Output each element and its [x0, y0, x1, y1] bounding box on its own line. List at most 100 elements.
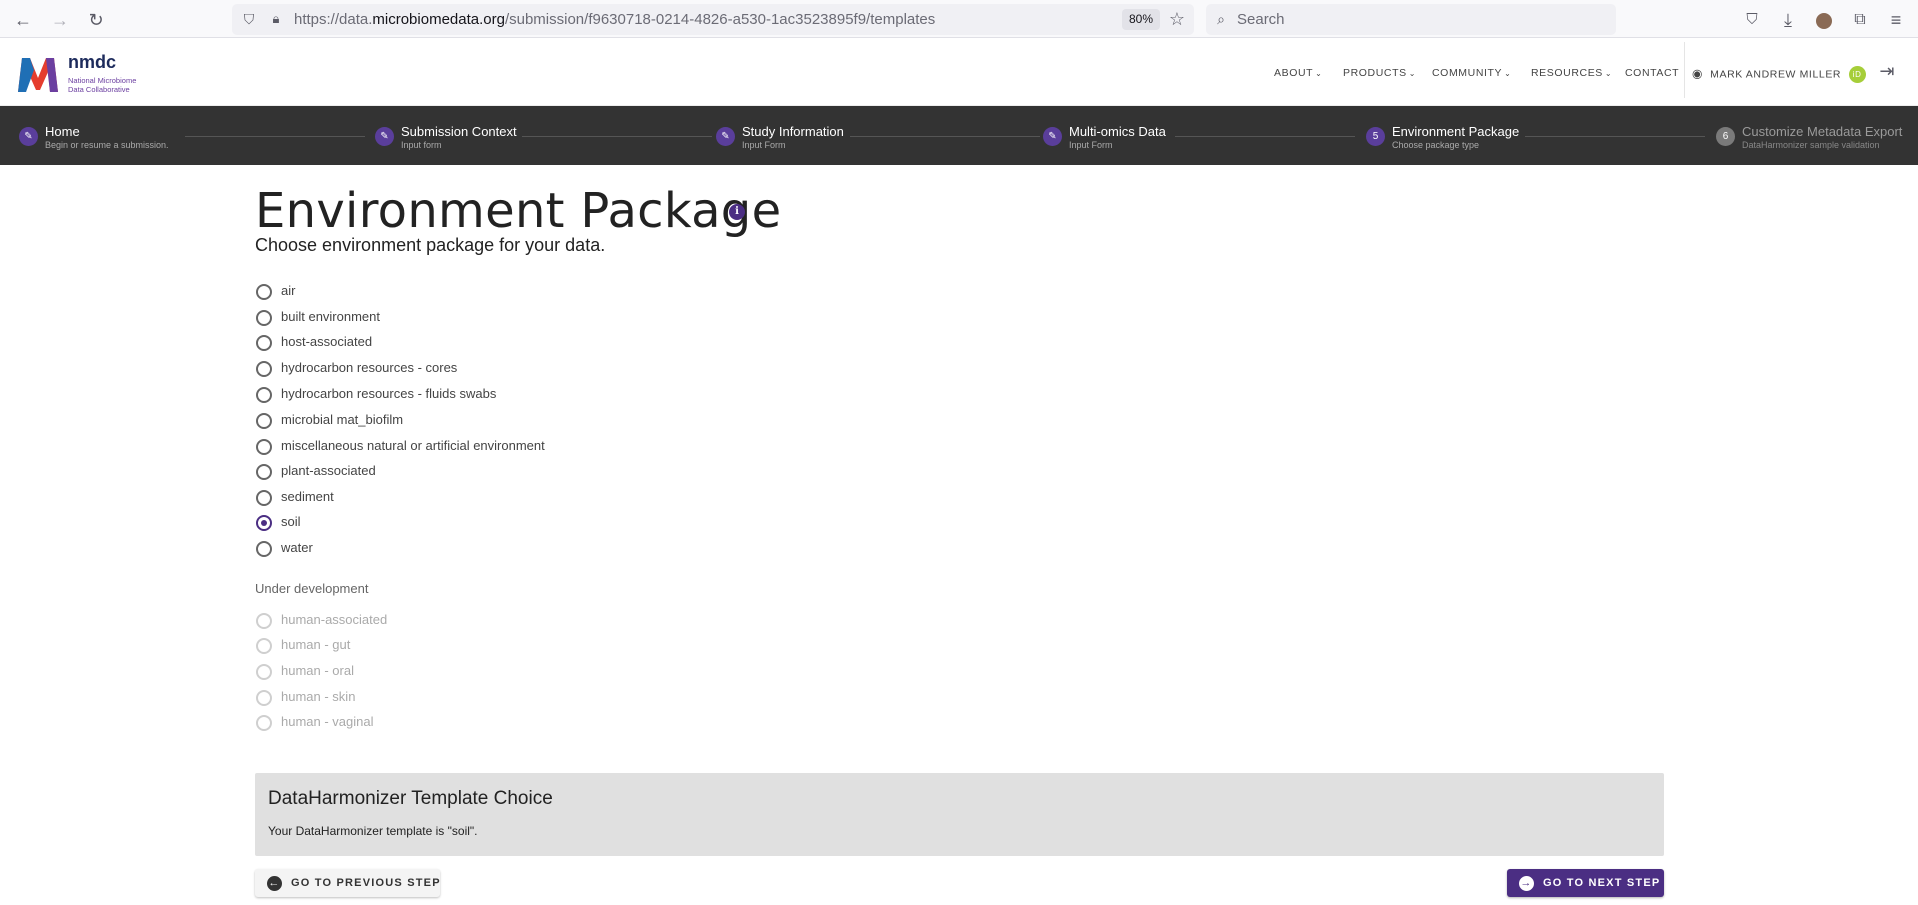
radio-button-disabled — [256, 613, 272, 629]
menu-icon[interactable]: ≡ — [1885, 9, 1907, 31]
chevron-down-icon: ⌄ — [1315, 69, 1323, 78]
radio-button-disabled — [256, 638, 272, 654]
submission-stepper: ✎ Home Begin or resume a submission. ✎ S… — [0, 106, 1918, 165]
datahharmonizer-template-card: DataHarmonizer Template Choice Your Data… — [255, 773, 1664, 856]
zoom-level[interactable]: 80% — [1122, 9, 1160, 30]
search-placeholder: Search — [1237, 11, 1285, 28]
step-title: Submission Context — [401, 124, 517, 139]
radio-label: hydrocarbon resources - fluids swabs — [281, 386, 497, 401]
radio-button[interactable] — [256, 464, 272, 480]
user-menu[interactable]: ◉ MARK ANDREW MILLER iD — [1692, 66, 1866, 83]
radio-label: water — [281, 540, 313, 555]
bookmark-star-icon[interactable]: ☆ — [1166, 8, 1188, 30]
logout-icon[interactable]: ⇥ — [1876, 60, 1898, 82]
browser-toolbar: ← → ↻ ⛉ 🔒︎ https://data.microbiomedata.o… — [0, 0, 1918, 38]
nav-about[interactable]: ABOUT ⌄ — [1274, 67, 1322, 79]
step-subtitle: Input Form — [742, 140, 786, 150]
step-title: Multi-omics Data — [1069, 124, 1166, 139]
chevron-down-icon: ⌄ — [1408, 69, 1417, 78]
nav-resources[interactable]: RESOURCES ⌄ — [1531, 67, 1612, 79]
radio-label: miscellaneous natural or artificial envi… — [281, 438, 545, 453]
radio-button[interactable] — [256, 439, 272, 455]
next-step-button[interactable]: → GO TO NEXT STEP — [1507, 869, 1664, 897]
radio-button[interactable] — [256, 361, 272, 377]
step-subtitle: Choose package type — [1392, 140, 1480, 150]
site-header: nmdc National Microbiome Data Collaborat… — [0, 38, 1918, 106]
forward-icon[interactable]: → — [49, 9, 71, 31]
nmdc-logo[interactable]: nmdc National Microbiome Data Collaborat… — [16, 52, 146, 96]
radio-button-disabled — [256, 690, 272, 706]
arrow-left-icon: ← — [267, 876, 282, 891]
radio-label: hydrocarbon resources - cores — [281, 360, 458, 375]
radio-label: soil — [281, 514, 301, 529]
button-label: GO TO NEXT STEP — [1543, 877, 1661, 889]
arrow-right-icon: → — [1519, 876, 1534, 891]
chevron-down-icon: ⌄ — [1504, 69, 1512, 78]
search-bar[interactable]: ⌕ Search — [1206, 4, 1616, 35]
pencil-icon: ✎ — [375, 127, 394, 146]
logo-subtitle: National Microbiome Data Collaborative — [68, 76, 137, 94]
pencil-icon: ✎ — [19, 127, 38, 146]
account-avatar-icon[interactable] — [1813, 9, 1835, 31]
radio-label: sediment — [281, 489, 334, 504]
search-icon: ⌕ — [1217, 11, 1225, 27]
step-subtitle: Input form — [401, 140, 442, 150]
radio-button-disabled — [256, 715, 272, 731]
pocket-icon[interactable]: ⛉ — [1741, 9, 1763, 31]
step-connector — [522, 136, 712, 137]
button-label: GO TO PREVIOUS STEP — [291, 877, 441, 889]
pencil-icon: ✎ — [1043, 127, 1062, 146]
radio-label: human - skin — [281, 689, 356, 704]
radio-label: human - oral — [281, 663, 354, 678]
orcid-icon: iD — [1848, 66, 1866, 83]
radio-button[interactable] — [256, 541, 272, 557]
step-title: Study Information — [742, 124, 844, 139]
shield-icon[interactable]: ⛉ — [238, 8, 260, 30]
nav-contact[interactable]: CONTACT — [1625, 67, 1679, 79]
address-bar[interactable]: ⛉ 🔒︎ https://data.microbiomedata.org/sub… — [232, 4, 1194, 35]
radio-button[interactable] — [256, 387, 272, 403]
user-icon: ◉ — [1692, 66, 1704, 81]
user-name: MARK ANDREW MILLER — [1710, 68, 1842, 81]
card-text: Your DataHarmonizer template is "soil". — [268, 824, 478, 838]
radio-label: air — [281, 283, 296, 298]
under-development-label: Under development — [255, 581, 369, 596]
page-title: Environment Package — [255, 183, 782, 239]
step-connector — [185, 136, 365, 137]
step-number-icon: 6 — [1716, 127, 1735, 146]
back-icon[interactable]: ← — [12, 9, 34, 31]
radio-button[interactable] — [256, 490, 272, 506]
step-connector — [1525, 136, 1705, 137]
radio-button[interactable] — [256, 413, 272, 429]
step-subtitle: Input Form — [1069, 140, 1113, 150]
step-title: Home — [45, 124, 80, 139]
step-subtitle: DataHarmonizer sample validation — [1742, 140, 1880, 150]
radio-label: human-associated — [281, 612, 388, 627]
page-subtitle: Choose environment package for your data… — [255, 235, 606, 255]
nav-products[interactable]: PRODUCTS ⌄ — [1343, 67, 1416, 79]
step-connector — [850, 136, 1040, 137]
step-subtitle: Begin or resume a submission. — [45, 140, 169, 150]
step-title: Customize Metadata Export — [1742, 124, 1903, 139]
radio-label: human - vaginal — [281, 714, 374, 729]
radio-label: built environment — [281, 309, 380, 324]
card-title: DataHarmonizer Template Choice — [268, 788, 553, 809]
radio-button[interactable] — [256, 335, 272, 351]
radio-button[interactable] — [256, 284, 272, 300]
pencil-icon: ✎ — [716, 127, 735, 146]
extensions-icon[interactable]: ⧉ — [1849, 9, 1871, 31]
previous-step-button[interactable]: ← GO TO PREVIOUS STEP — [255, 869, 440, 897]
nav-community[interactable]: COMMUNITY ⌄ — [1432, 67, 1511, 79]
radio-button-selected[interactable] — [256, 515, 272, 531]
chevron-down-icon: ⌄ — [1604, 69, 1613, 78]
url-text: https://data.microbiomedata.org/submissi… — [294, 11, 936, 28]
radio-label: human - gut — [281, 637, 351, 652]
logo-wordmark: nmdc — [68, 52, 117, 72]
nmdc-logo-mark-icon — [18, 58, 58, 92]
info-icon[interactable]: i — [729, 204, 745, 220]
radio-button[interactable] — [256, 310, 272, 326]
lock-icon[interactable]: 🔒︎ — [265, 8, 287, 30]
step-connector — [1175, 136, 1355, 137]
downloads-icon[interactable]: ⤓ — [1777, 9, 1799, 31]
reload-icon[interactable]: ↻ — [85, 9, 107, 31]
